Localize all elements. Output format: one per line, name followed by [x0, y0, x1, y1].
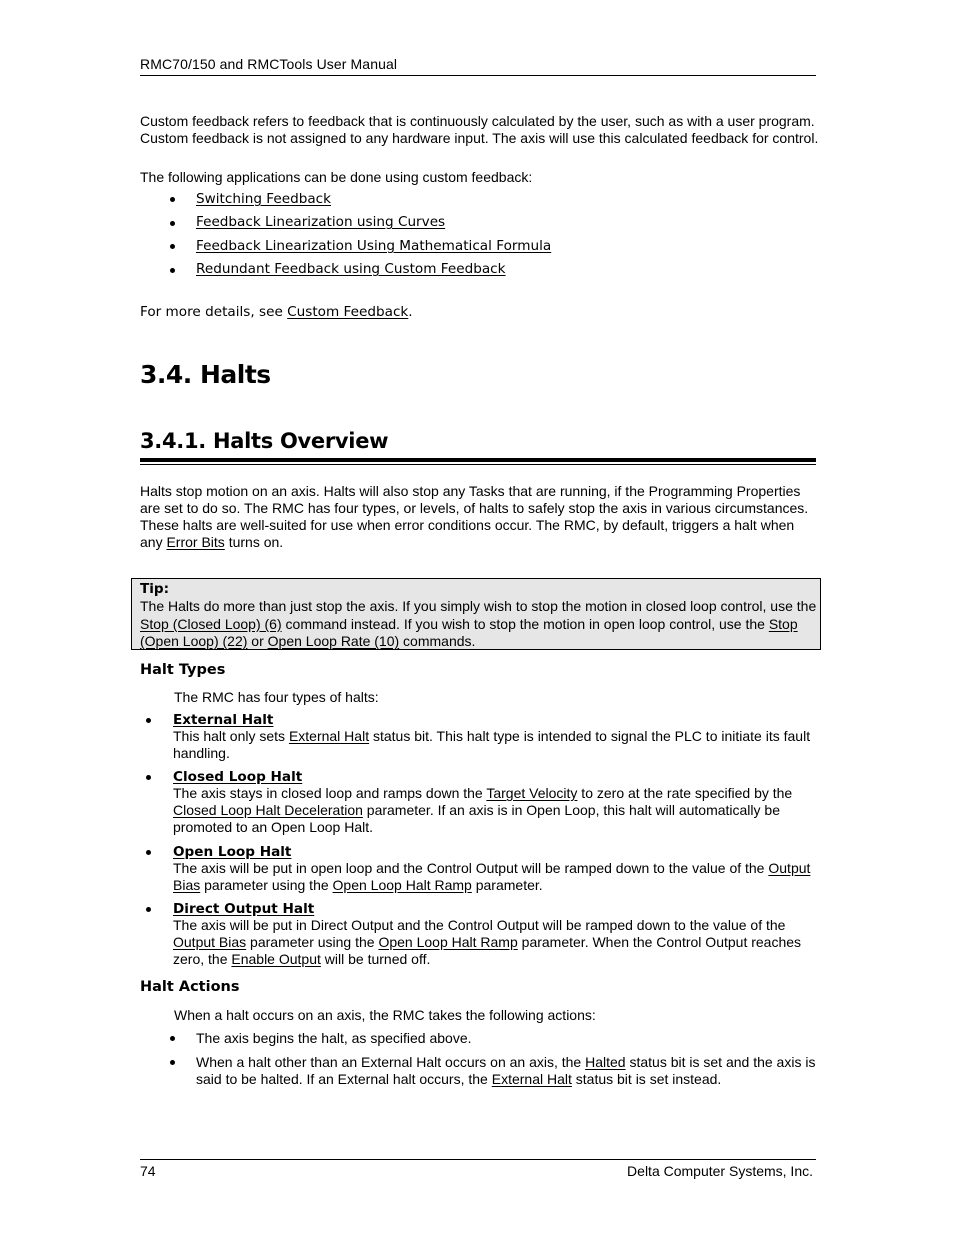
heading-rule-thin — [140, 464, 816, 465]
halt-types-lead: The RMC has four types of halts: — [174, 689, 379, 705]
page-header: RMC70/150 and RMCTools User Manual — [140, 56, 816, 76]
tip-body: The Halts do more than just stop the axi… — [140, 598, 817, 649]
bullet-icon — [170, 221, 175, 226]
link-external-halt[interactable]: External Halt — [492, 1071, 572, 1087]
halt-type-description: This halt only sets External Halt status… — [173, 728, 811, 761]
halt-type-description: The axis will be put in open loop and th… — [173, 860, 811, 893]
bullet-icon — [170, 1060, 175, 1065]
bullet-icon — [146, 850, 151, 855]
subsection-title: 3.4.1. Halts Overview — [140, 429, 389, 453]
halt-action-text: When a halt other than an External Halt … — [196, 1054, 816, 1087]
halt-type-title: Open Loop Halt — [173, 844, 292, 860]
halt-type-title: External Halt — [173, 712, 274, 728]
company-name: Delta Computer Systems, Inc. — [627, 1163, 813, 1179]
bullet-icon — [146, 907, 151, 912]
link-enable-output[interactable]: Enable Output — [231, 951, 321, 967]
bullet-icon — [146, 718, 151, 723]
overview-paragraph: Halts stop motion on an axis. Halts will… — [140, 483, 809, 550]
halt-actions-lead: When a halt occurs on an axis, the RMC t… — [174, 1007, 596, 1023]
tip-title: Tip: — [140, 581, 170, 597]
link-target-velocity[interactable]: Target Velocity — [486, 785, 577, 801]
halt-type-title: Closed Loop Halt — [173, 769, 303, 785]
link-halted[interactable]: Halted — [585, 1054, 625, 1070]
tip-box: Tip: The Halts do more than just stop th… — [131, 578, 821, 650]
bullet-icon — [170, 244, 175, 249]
link-open-loop-halt-ramp[interactable]: Open Loop Halt Ramp — [333, 877, 472, 893]
halt-type-description: The axis will be put in Direct Output an… — [173, 917, 802, 967]
section-title: 3.4. Halts — [140, 360, 271, 389]
link-redundant-feedback[interactable]: Redundant Feedback using Custom Feedback — [196, 261, 506, 278]
link-output-bias[interactable]: Output Bias — [173, 934, 246, 950]
more-details: For more details, see Custom Feedback. — [140, 304, 413, 320]
intro-paragraph: Custom feedback refers to feedback that … — [140, 113, 819, 146]
page-number: 74 — [140, 1163, 156, 1179]
applications-lead: The following applications can be done u… — [140, 169, 533, 185]
link-open-loop-rate[interactable]: Open Loop Rate (10) — [268, 633, 400, 649]
link-custom-feedback[interactable]: Custom Feedback — [287, 304, 408, 320]
heading-rule-thick — [140, 458, 816, 462]
link-open-loop-halt-ramp[interactable]: Open Loop Halt Ramp — [378, 934, 517, 950]
bullet-icon — [146, 775, 151, 780]
link-closed-loop-halt-deceleration[interactable]: Closed Loop Halt Deceleration — [173, 802, 363, 818]
bullet-icon — [170, 268, 175, 273]
bullet-icon — [170, 197, 175, 202]
manual-title: RMC70/150 and RMCTools User Manual — [140, 56, 398, 72]
halt-actions-heading: Halt Actions — [140, 979, 240, 995]
link-feedback-linearization-curves[interactable]: Feedback Linearization using Curves — [196, 214, 445, 231]
link-feedback-linearization-formula[interactable]: Feedback Linearization Using Mathematica… — [196, 238, 551, 255]
halt-type-title: Direct Output Halt — [173, 901, 315, 917]
link-stop-closed-loop[interactable]: Stop (Closed Loop) (6) — [140, 616, 282, 632]
link-switching-feedback[interactable]: Switching Feedback — [196, 191, 331, 208]
halt-types-heading: Halt Types — [140, 662, 226, 678]
link-external-halt[interactable]: External Halt — [289, 728, 369, 744]
halt-action-text: The axis begins the halt, as specified a… — [196, 1030, 472, 1046]
halt-type-description: The axis stays in closed loop and ramps … — [173, 785, 793, 835]
bullet-icon — [170, 1036, 175, 1041]
page-footer: 74 Delta Computer Systems, Inc. — [140, 1159, 816, 1180]
link-error-bits[interactable]: Error Bits — [166, 534, 224, 550]
